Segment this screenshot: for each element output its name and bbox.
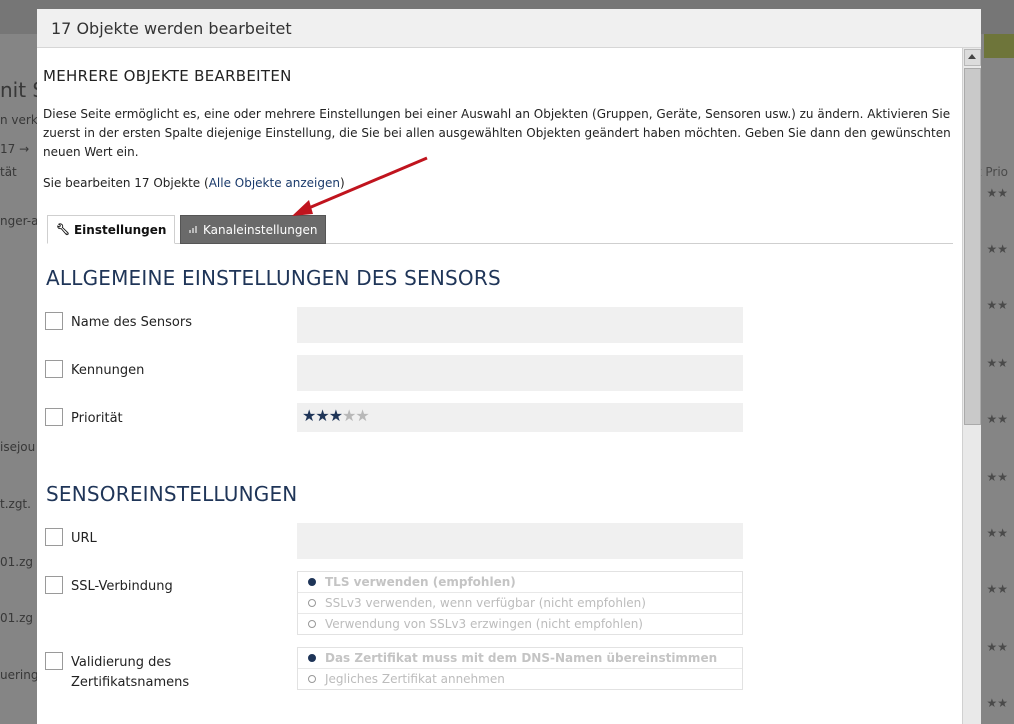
radio-label: Jegliches Zertifikat annehmen bbox=[325, 672, 505, 686]
tab-bar: 🔧︎ Einstellungen Kanaleinstellungen bbox=[47, 212, 953, 244]
enable-checkbox[interactable] bbox=[45, 576, 63, 594]
scrollbar[interactable] bbox=[962, 48, 981, 724]
editing-suffix: ) bbox=[339, 176, 345, 190]
bar-chart-icon bbox=[189, 223, 199, 236]
radio-option[interactable]: Das Zertifikat muss mit dem DNS-Namen üb… bbox=[298, 648, 742, 669]
setting-label: SSL-Verbindung bbox=[71, 579, 173, 594]
setting-label: URL bbox=[71, 531, 97, 546]
radio-empty-icon bbox=[308, 675, 316, 683]
star-icon[interactable]: ★ bbox=[315, 406, 329, 425]
star-icon[interactable]: ★ bbox=[329, 406, 343, 425]
tab-label: Kanaleinstellungen bbox=[203, 222, 318, 237]
radio-label: SSLv3 verwenden, wenn verfügbar (nicht e… bbox=[325, 596, 646, 610]
scroll-thumb[interactable] bbox=[964, 68, 981, 425]
setting-label: Name des Sensors bbox=[71, 315, 192, 330]
ssl-radio-group: TLS verwenden (empfohlen) SSLv3 verwende… bbox=[297, 571, 743, 635]
tab-settings[interactable]: 🔧︎ Einstellungen bbox=[47, 215, 176, 244]
star-icon[interactable]: ★ bbox=[355, 406, 369, 425]
star-icon[interactable]: ★ bbox=[302, 406, 316, 425]
cert-radio-group: Das Zertifikat muss mit dem DNS-Namen üb… bbox=[297, 647, 743, 690]
enable-checkbox[interactable] bbox=[45, 408, 63, 426]
radio-label: Verwendung von SSLv3 erzwingen (nicht em… bbox=[325, 617, 643, 631]
tab-label: Einstellungen bbox=[73, 222, 167, 237]
setting-label: Validierung des Zertifikatsnamens bbox=[71, 653, 189, 693]
radio-label: TLS verwenden (empfohlen) bbox=[325, 575, 516, 589]
tab-channel-settings[interactable]: Kanaleinstellungen bbox=[180, 215, 327, 244]
show-all-objects-link[interactable]: Alle Objekte anzeigen bbox=[209, 176, 340, 190]
section-title-general: ALLGEMEINE EINSTELLUNGEN DES SENSORS bbox=[46, 266, 501, 290]
enable-checkbox[interactable] bbox=[45, 528, 63, 546]
url-input[interactable] bbox=[297, 523, 743, 559]
priority-stars[interactable]: ★★★★★ bbox=[302, 406, 370, 425]
radio-empty-icon bbox=[308, 599, 316, 607]
sensor-name-input[interactable] bbox=[297, 307, 743, 343]
tags-input[interactable] bbox=[297, 355, 743, 391]
edit-objects-dialog: 17 Objekte werden bearbeitet MEHRERE OBJ… bbox=[37, 9, 981, 724]
enable-checkbox[interactable] bbox=[45, 360, 63, 378]
radio-option[interactable]: Jegliches Zertifikat annehmen bbox=[298, 669, 742, 689]
scroll-up-icon[interactable] bbox=[964, 49, 981, 66]
editing-prefix: Sie bearbeiten 17 Objekte ( bbox=[43, 176, 209, 190]
star-icon[interactable]: ★ bbox=[342, 406, 356, 425]
dialog-content: MEHRERE OBJEKTE BEARBEITEN Diese Seite e… bbox=[43, 57, 955, 244]
label-line: Validierung des bbox=[71, 655, 172, 670]
radio-empty-icon bbox=[308, 620, 316, 628]
enable-checkbox[interactable] bbox=[45, 312, 63, 330]
page-title: MEHRERE OBJEKTE BEARBEITEN bbox=[43, 67, 292, 85]
section-title-sensor: SENSOREINSTELLUNGEN bbox=[46, 482, 298, 506]
setting-label: Priorität bbox=[71, 411, 123, 426]
enable-checkbox[interactable] bbox=[45, 652, 63, 670]
radio-selected-icon bbox=[308, 578, 316, 586]
setting-label: Kennungen bbox=[71, 363, 145, 378]
label-line: Zertifikatsnamens bbox=[71, 675, 190, 690]
radio-option[interactable]: Verwendung von SSLv3 erzwingen (nicht em… bbox=[298, 614, 742, 634]
radio-selected-icon bbox=[308, 654, 316, 662]
radio-option[interactable]: TLS verwenden (empfohlen) bbox=[298, 572, 742, 593]
radio-option[interactable]: SSLv3 verwenden, wenn verfügbar (nicht e… bbox=[298, 593, 742, 614]
dialog-title: 17 Objekte werden bearbeitet bbox=[37, 9, 981, 48]
intro-text: Diese Seite ermöglicht es, eine oder meh… bbox=[43, 107, 951, 159]
editing-info: Sie bearbeiten 17 Objekte (Alle Objekte … bbox=[43, 176, 955, 190]
radio-label: Das Zertifikat muss mit dem DNS-Namen üb… bbox=[325, 651, 718, 665]
wrench-icon: 🔧︎ bbox=[56, 223, 70, 236]
